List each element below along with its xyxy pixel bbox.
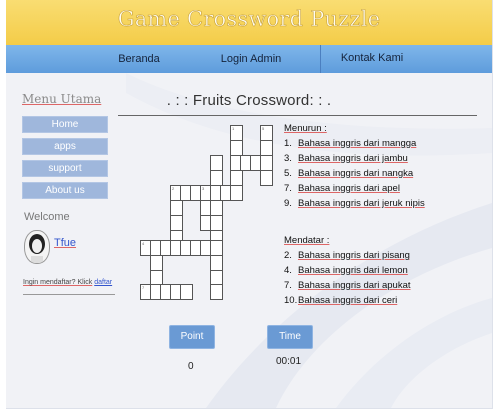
sidebar-divider [23, 294, 115, 295]
register-prompt: Ingin mendaftar? Klick daftar [23, 279, 113, 286]
menu-home-button[interactable]: Home [22, 116, 108, 133]
crossword-cell[interactable] [260, 170, 273, 186]
menu-about-button[interactable]: About us [22, 182, 108, 199]
point-value: 0 [188, 361, 194, 372]
nav-kontak-kami[interactable]: Kontak Kami [324, 45, 420, 73]
sidebar-title: Menu Utama [22, 92, 102, 106]
time-button[interactable]: Time [267, 325, 313, 349]
clue-item: 7. Bahasa inggris dari apukat [284, 280, 411, 291]
crossword-cell[interactable] [260, 155, 273, 171]
crossword-cell[interactable] [210, 200, 223, 216]
crossword-cell[interactable]: 5 [260, 125, 273, 141]
crossword-cell[interactable] [210, 284, 223, 300]
site-banner: Game Crossword Puzzle [6, 0, 492, 45]
point-button[interactable]: Point [169, 325, 215, 349]
crossword-cell[interactable] [230, 140, 243, 156]
menu-support-button[interactable]: support [22, 160, 108, 177]
crossword-cell[interactable] [150, 255, 163, 271]
crossword-cell[interactable] [210, 255, 223, 271]
register-link[interactable]: daftar [94, 279, 112, 286]
crossword-cell[interactable] [170, 215, 183, 231]
menu-apps-button[interactable]: apps [22, 138, 108, 155]
crossword-cell[interactable] [230, 185, 243, 201]
clues-down-title: Menurun : [284, 123, 327, 134]
crossword-cell[interactable] [210, 155, 223, 171]
clue-item: 2. Bahasa inggris dari pisang [284, 250, 410, 261]
crossword-cell[interactable] [210, 215, 223, 231]
page: Game Crossword Puzzle Beranda Login Admi… [6, 0, 493, 409]
clue-item: 9. Bahasa inggris dari jeruk nipis [284, 198, 425, 209]
clues-across-title: Mendatar : [284, 235, 330, 246]
clue-item: 3. Bahasa inggris dari jambu [284, 153, 408, 164]
user-avatar-icon [24, 230, 50, 264]
site-title: Game Crossword Puzzle [117, 7, 381, 32]
top-navbar: Beranda Login Admin Kontak Kami [6, 45, 492, 73]
clue-item: 4. Bahasa inggris dari lemon [284, 265, 408, 276]
crossword-cell[interactable]: 1 [230, 125, 243, 141]
clue-item: 10.Bahasa inggris dari ceri [284, 295, 398, 306]
crossword-cell[interactable] [170, 200, 183, 216]
nav-divider [320, 45, 321, 73]
crossword-cell[interactable] [230, 170, 243, 186]
nav-beranda[interactable]: Beranda [106, 45, 172, 73]
crossword-cell[interactable] [210, 170, 223, 186]
crossword-cell[interactable] [210, 240, 223, 256]
time-value: 00:01 [276, 356, 302, 367]
crossword-cell[interactable] [180, 284, 193, 300]
heading-divider [118, 115, 477, 116]
page-heading: . : : Fruits Crossword: : . [166, 92, 332, 109]
username-link[interactable]: Tfue [54, 237, 76, 249]
clue-item: 7. Bahasa inggris dari apel [284, 183, 400, 194]
clues-down: Menurun : 1. Bahasa inggris dari mangga 3… [284, 123, 425, 211]
clue-item: 1. Bahasa inggris dari mangga [284, 138, 417, 149]
welcome-label: Welcome [24, 211, 70, 223]
clues-across: Mendatar : 2. Bahasa inggris dari pisang … [284, 235, 411, 308]
crossword-cell[interactable] [260, 140, 273, 156]
nav-login-admin[interactable]: Login Admin [211, 45, 291, 73]
clue-item: 5. Bahasa inggris dari nangka [284, 168, 414, 179]
